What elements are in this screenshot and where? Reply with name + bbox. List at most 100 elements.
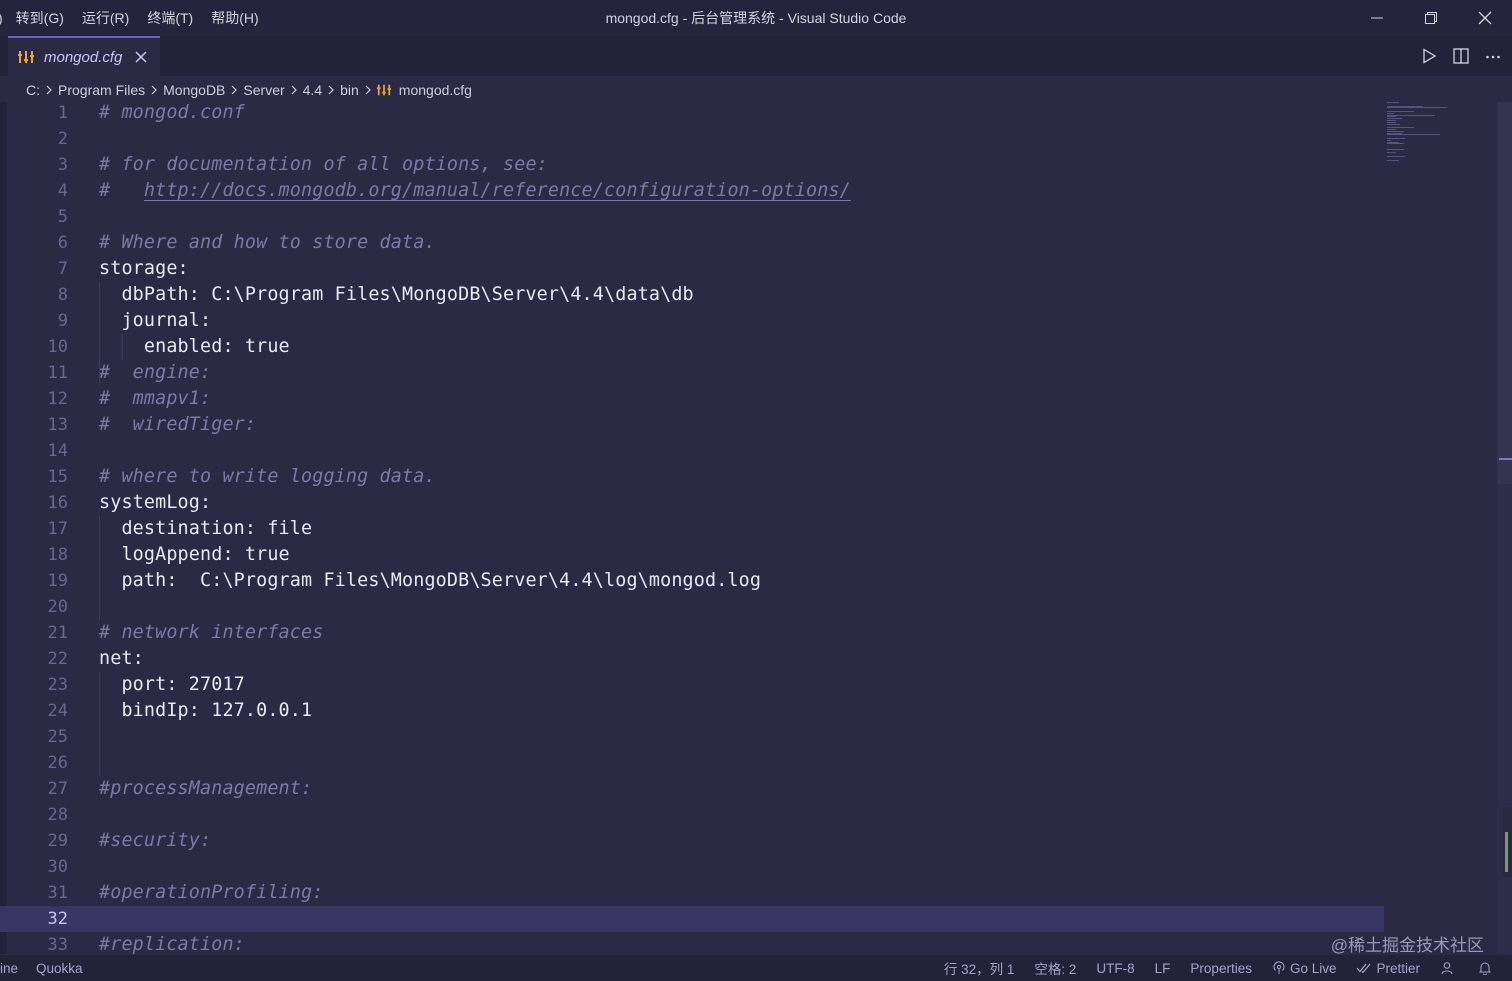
breadcrumb-program-files[interactable]: Program Files xyxy=(58,82,145,98)
code-line[interactable]: 5 xyxy=(0,204,1384,230)
code-line[interactable]: 13 # wiredTiger: xyxy=(0,412,1384,438)
status-item-quokka[interactable]: Quokka xyxy=(36,961,83,976)
minimap[interactable] xyxy=(1387,102,1497,162)
code-line[interactable]: 18 logAppend: true xyxy=(0,542,1384,568)
play-icon xyxy=(1423,48,1437,64)
feedback-button[interactable] xyxy=(1440,961,1458,975)
close-tab-icon[interactable] xyxy=(134,50,148,64)
line-number: 23 xyxy=(47,675,68,695)
restore-button[interactable] xyxy=(1404,0,1458,36)
code-line[interactable]: 14 xyxy=(0,438,1384,464)
menu-item-run[interactable]: 运行(R) xyxy=(73,0,138,36)
notifications-button[interactable] xyxy=(1478,961,1496,975)
line-number: 25 xyxy=(47,727,68,747)
breadcrumb-mongodb[interactable]: MongoDB xyxy=(163,82,225,98)
code-text: net: xyxy=(99,648,144,669)
code-comment: # for documentation of all options, see: xyxy=(99,154,548,175)
indent-guide xyxy=(99,282,100,386)
code-text: storage: xyxy=(99,258,189,279)
close-window-button[interactable] xyxy=(1458,0,1512,36)
encoding[interactable]: UTF-8 xyxy=(1096,961,1134,976)
line-number: 29 xyxy=(47,831,68,851)
code-line[interactable]: 2 xyxy=(0,126,1384,152)
cursor-position[interactable]: 行 32，列 1 xyxy=(944,958,1015,978)
breadcrumb-version[interactable]: 4.4 xyxy=(303,82,322,98)
code-line[interactable]: 23 port: 27017 xyxy=(0,672,1384,698)
line-number: 9 xyxy=(57,311,68,331)
run-button[interactable] xyxy=(1420,47,1438,65)
tab-mongod-cfg[interactable]: mongod.cfg xyxy=(8,36,160,76)
scrollbar-thumb[interactable] xyxy=(1497,102,1512,484)
broadcast-icon xyxy=(1273,961,1285,974)
language-mode[interactable]: Properties xyxy=(1190,961,1252,976)
minimap-line xyxy=(1387,159,1399,161)
chevron-right-icon xyxy=(291,85,297,95)
minimize-button[interactable] xyxy=(1350,0,1404,36)
code-comment: # where to write logging data. xyxy=(99,466,436,487)
code-line[interactable]: 24 bindIp: 127.0.0.1 xyxy=(0,698,1384,724)
code-line[interactable]: 27 #processManagement: xyxy=(0,776,1384,802)
line-number: 16 xyxy=(47,493,68,513)
code-line[interactable]: 10 enabled: true xyxy=(0,334,1384,360)
watermark: @稀土掘金技术社区 xyxy=(1330,936,1484,955)
line-number: 12 xyxy=(47,389,68,409)
encoding-label: UTF-8 xyxy=(1096,960,1135,976)
more-actions-button[interactable] xyxy=(1484,47,1502,65)
code-line[interactable]: 26 xyxy=(0,750,1384,776)
prettier-button[interactable]: Prettier xyxy=(1356,961,1420,976)
code-line[interactable]: 28 xyxy=(0,802,1384,828)
code-line[interactable]: 3 # for documentation of all options, see… xyxy=(0,152,1384,178)
code-line[interactable]: 21 # network interfaces xyxy=(0,620,1384,646)
code-comment: # Where and how to store data. xyxy=(99,232,436,253)
line-number: 20 xyxy=(47,597,68,617)
breadcrumb-bin[interactable]: bin xyxy=(340,82,359,98)
vertical-scrollbar[interactable] xyxy=(1497,102,1512,954)
code-line[interactable]: 16 systemLog: xyxy=(0,490,1384,516)
code-line[interactable]: 11 # engine: xyxy=(0,360,1384,386)
window-title: mongod.cfg - 后台管理系统 - Visual Studio Code xyxy=(605,10,907,26)
menu-bar: ) 转到(G) 运行(R) 终端(T) 帮助(H) xyxy=(0,0,268,36)
window-controls xyxy=(1350,0,1512,36)
go-live-button[interactable]: Go Live xyxy=(1272,961,1336,976)
code-line[interactable]: 9 journal: xyxy=(0,308,1384,334)
split-editor-button[interactable] xyxy=(1452,47,1470,65)
code-line[interactable]: 29 #security: xyxy=(0,828,1384,854)
code-line[interactable]: 19 path: C:\Program Files\MongoDB\Server… xyxy=(0,568,1384,594)
code-line[interactable]: 6 # Where and how to store data. xyxy=(0,230,1384,256)
breadcrumb-drive[interactable]: C: xyxy=(26,82,40,98)
menu-item-help[interactable]: 帮助(H) xyxy=(202,0,267,36)
breadcrumb-file[interactable]: mongod.cfg xyxy=(399,82,472,98)
breadcrumb-server[interactable]: Server xyxy=(243,82,284,98)
code-comment: # network interfaces xyxy=(99,622,324,643)
code-line[interactable]: 30 xyxy=(0,854,1384,880)
line-number: 3 xyxy=(57,155,68,175)
end-of-line[interactable]: LF xyxy=(1155,961,1171,976)
code-line[interactable]: 1 # mongod.conf xyxy=(0,100,1384,126)
code-line[interactable]: 12 # mmapv1: xyxy=(0,386,1384,412)
code-line[interactable]: 15 # where to write logging data. xyxy=(0,464,1384,490)
line-number: 28 xyxy=(47,805,68,825)
code-line[interactable]: 8 dbPath: C:\Program Files\MongoDB\Serve… xyxy=(0,282,1384,308)
code-line[interactable]: 22 net: xyxy=(0,646,1384,672)
code-line[interactable]: 17 destination: file xyxy=(0,516,1384,542)
line-number: 8 xyxy=(57,285,68,305)
code-text: enabled: true xyxy=(99,336,290,357)
code-line[interactable]: 20 xyxy=(0,594,1384,620)
code-editor[interactable]: 1 # mongod.conf 2 3 # for documentation of a… xyxy=(0,100,1512,955)
documentation-link[interactable]: http://docs.mongodb.org/manual/reference… xyxy=(144,180,851,201)
code-comment: #operationProfiling: xyxy=(99,882,324,903)
indent-guide xyxy=(99,672,100,776)
menu-item-goto[interactable]: 转到(G) xyxy=(7,0,73,36)
menu-item-terminal[interactable]: 终端(T) xyxy=(138,0,202,36)
code-line[interactable]: 7 storage: xyxy=(0,256,1384,282)
code-line[interactable]: 4 # http://docs.mongodb.org/manual/refere… xyxy=(0,178,1384,204)
line-number: 7 xyxy=(57,259,68,279)
code-line[interactable]: 32 xyxy=(0,906,1384,932)
code-line[interactable]: 31 #operationProfiling: xyxy=(0,880,1384,906)
status-item-line[interactable]: line xyxy=(0,961,18,976)
code-text: path: C:\Program Files\MongoDB\Server\4.… xyxy=(99,570,762,591)
code-line[interactable]: 33 #replication: xyxy=(0,932,1384,955)
menu-item-partial[interactable]: ) xyxy=(0,0,7,36)
code-line[interactable]: 25 xyxy=(0,724,1384,750)
indentation[interactable]: 空格: 2 xyxy=(1034,958,1076,978)
